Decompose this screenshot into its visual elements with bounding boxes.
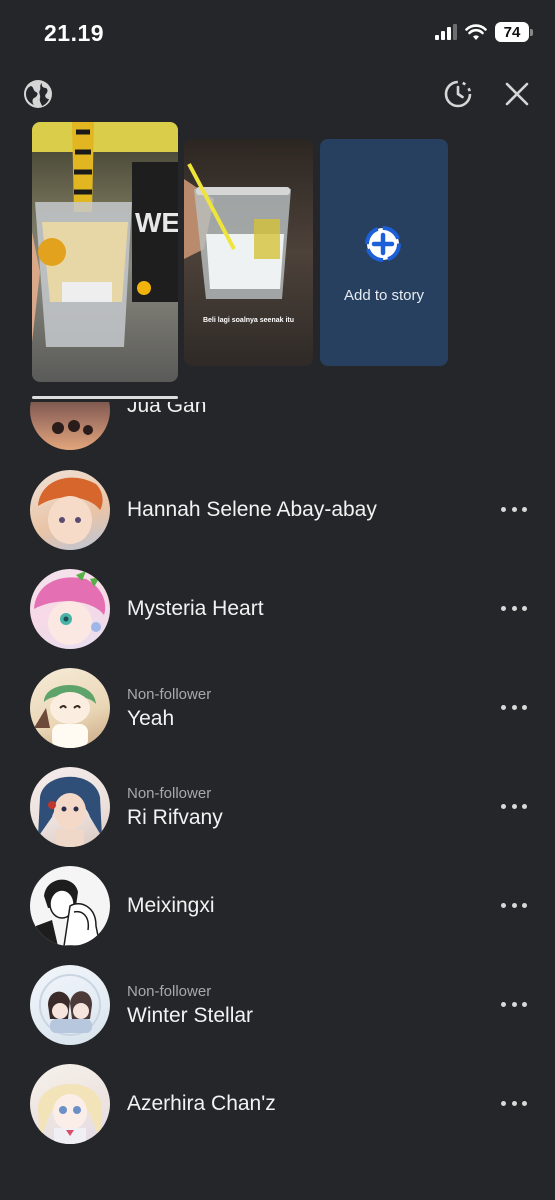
viewer-name: Ri Rifvany bbox=[127, 806, 223, 829]
globe-button[interactable] bbox=[16, 72, 60, 116]
avatar-image bbox=[39, 974, 101, 1036]
status-icons: 74 bbox=[435, 22, 533, 42]
viewer-name: Azerhira Chan'z bbox=[127, 1092, 276, 1115]
dot bbox=[522, 1002, 527, 1007]
more-options-button[interactable] bbox=[501, 606, 527, 614]
follower-status: Non-follower bbox=[127, 785, 212, 802]
viewer-name: Yeah bbox=[127, 707, 175, 730]
viewer-name: Winter Stellar bbox=[127, 1004, 254, 1027]
dot bbox=[511, 507, 517, 512]
dot bbox=[501, 804, 506, 809]
dot bbox=[501, 1101, 506, 1106]
dot bbox=[522, 804, 527, 809]
status-time: 21.19 bbox=[44, 20, 105, 46]
wifi-icon bbox=[465, 23, 487, 40]
battery-level: 74 bbox=[503, 23, 521, 41]
dot bbox=[522, 507, 527, 512]
close-icon bbox=[505, 82, 529, 106]
dot bbox=[522, 606, 527, 611]
viewer-row[interactable]: Non-follower Yeah bbox=[0, 660, 555, 759]
more-options-button[interactable] bbox=[501, 903, 527, 911]
viewer-name: Hannah Selene Abay-abay bbox=[127, 498, 377, 521]
more-options-button[interactable] bbox=[501, 507, 527, 515]
dot bbox=[522, 1101, 527, 1106]
clock-history-icon bbox=[444, 80, 472, 108]
avatar[interactable] bbox=[30, 569, 110, 649]
avatar-image bbox=[52, 420, 93, 435]
avatar-image bbox=[34, 571, 106, 645]
avatar-image bbox=[36, 879, 101, 946]
story-caption: Beli lagi soalnya seenak itu bbox=[202, 317, 295, 324]
dot bbox=[511, 1101, 517, 1106]
avatar-image bbox=[38, 1083, 102, 1144]
viewer-row[interactable]: Mysteria Heart bbox=[0, 561, 555, 660]
add-to-story-label: Add to story bbox=[343, 287, 425, 304]
avatar-image bbox=[34, 685, 96, 748]
dot bbox=[511, 903, 517, 908]
more-options-button[interactable] bbox=[501, 1101, 527, 1109]
viewer-row[interactable]: Meixingxi bbox=[0, 858, 555, 957]
story-strip: WE Beli lagi soalnya seenak itu Add to s… bbox=[0, 122, 555, 402]
avatar[interactable] bbox=[30, 767, 110, 847]
add-story-icon bbox=[365, 226, 401, 262]
dot bbox=[511, 606, 517, 611]
avatar[interactable] bbox=[30, 866, 110, 946]
close-button[interactable] bbox=[495, 72, 539, 116]
dot bbox=[501, 1002, 506, 1007]
viewer-list[interactable]: Jua Gan Hannah Selene Abay-abay Mysteria… bbox=[0, 402, 555, 1200]
viewer-row[interactable]: Non-follower Ri Rifvany bbox=[0, 759, 555, 858]
history-button[interactable] bbox=[436, 72, 480, 116]
current-story-indicator bbox=[32, 396, 178, 399]
more-options-button[interactable] bbox=[501, 804, 527, 812]
viewer-name: Meixingxi bbox=[127, 894, 215, 917]
dot bbox=[501, 705, 506, 710]
more-options-button[interactable] bbox=[501, 1002, 527, 1010]
dot bbox=[522, 705, 527, 710]
battery-indicator: 74 bbox=[495, 22, 533, 42]
avatar[interactable] bbox=[30, 668, 110, 748]
avatar[interactable] bbox=[30, 965, 110, 1045]
globe-icon bbox=[24, 80, 52, 108]
story-thumbnail-current[interactable]: WE bbox=[32, 122, 178, 382]
dot bbox=[511, 1002, 517, 1007]
follower-status: Non-follower bbox=[127, 686, 212, 703]
viewer-name: Mysteria Heart bbox=[127, 597, 264, 620]
dot bbox=[511, 705, 517, 710]
status-bar: 21.19 74 bbox=[0, 0, 555, 70]
dot bbox=[501, 606, 506, 611]
avatar[interactable] bbox=[30, 402, 110, 450]
viewer-row[interactable]: Non-follower Winter Stellar bbox=[0, 957, 555, 1056]
follower-status: Non-follower bbox=[127, 983, 212, 1000]
dot bbox=[522, 903, 527, 908]
add-to-story-tile[interactable]: Add to story bbox=[320, 139, 448, 366]
more-options-button[interactable] bbox=[501, 705, 527, 713]
story-image-ice-cream: WE bbox=[32, 122, 178, 347]
viewer-name: Jua Gan bbox=[127, 402, 207, 417]
viewer-row[interactable]: Jua Gan bbox=[0, 402, 555, 461]
viewer-row[interactable]: Azerhira Chan'z bbox=[0, 1056, 555, 1155]
dot bbox=[511, 804, 517, 809]
avatar-image bbox=[38, 477, 103, 544]
story-thumbnail[interactable]: Beli lagi soalnya seenak itu bbox=[184, 139, 313, 366]
story-viewer-topbar bbox=[0, 72, 555, 118]
dot bbox=[501, 903, 506, 908]
avatar[interactable] bbox=[30, 1064, 110, 1144]
viewer-row[interactable]: Hannah Selene Abay-abay bbox=[0, 462, 555, 561]
dot bbox=[501, 507, 506, 512]
signal-icon bbox=[435, 24, 457, 40]
story-image-drink bbox=[184, 163, 291, 299]
avatar-image bbox=[38, 776, 102, 847]
avatar[interactable] bbox=[30, 470, 110, 550]
svg-text:WE: WE bbox=[135, 207, 178, 238]
